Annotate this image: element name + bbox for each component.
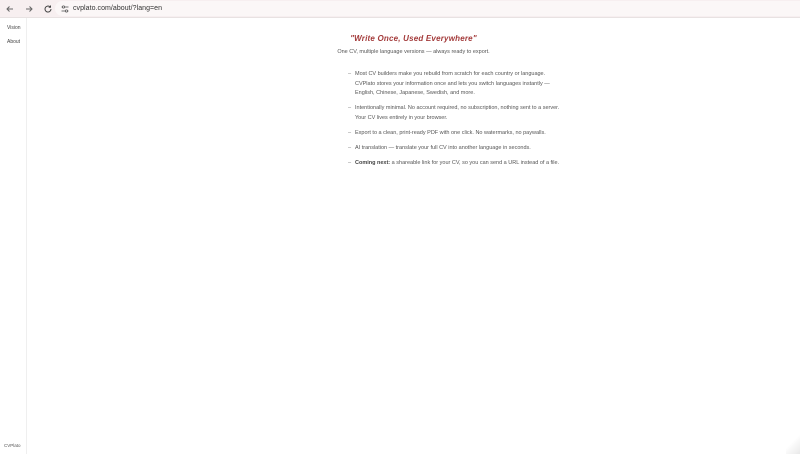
page-title: "Write Once, Used Everywhere" — [350, 34, 477, 43]
list-item-text: Export to a clean, print-ready PDF with … — [355, 129, 563, 139]
list-item-body: AI translation — translate your full CV … — [355, 144, 531, 151]
page-subtitle: One CV, multiple language versions — alw… — [337, 49, 490, 55]
list-item: – Export to a clean, print-ready PDF wit… — [348, 129, 563, 139]
list-item-body: a shareable link for your CV, so you can… — [390, 159, 560, 166]
sidebar-item-vision[interactable]: Vision — [7, 25, 21, 31]
brand-name[interactable]: CVPlato — [4, 443, 21, 448]
list-dash: – — [348, 129, 352, 136]
list-item-text: Intentionally minimal. No account requir… — [355, 104, 563, 123]
list-item: – Most CV builders make you rebuild from… — [348, 70, 563, 99]
corner-shadow — [786, 434, 800, 454]
address-bar[interactable]: cvplato.com/about/?lang=en — [55, 1, 800, 16]
list-item: – Coming next: a shareable link for your… — [348, 159, 563, 169]
main-content: "Write Once, Used Everywhere" One CV, mu… — [27, 18, 800, 454]
list-item: – AI translation — translate your full C… — [348, 144, 563, 154]
sidebar: Vision About CVPlato — [0, 18, 27, 454]
list-item: – Intentionally minimal. No account requ… — [348, 104, 563, 123]
list-dash: – — [348, 159, 352, 166]
list-item-text: Most CV builders make you rebuild from s… — [355, 70, 563, 99]
list-item-text: Coming next: a shareable link for your C… — [355, 159, 563, 169]
list-dash: – — [348, 144, 352, 151]
browser-toolbar: cvplato.com/about/?lang=en — [0, 0, 800, 17]
feature-list: – Most CV builders make you rebuild from… — [348, 70, 563, 174]
list-item-emphasis: Coming next: — [355, 159, 391, 166]
site-settings-icon[interactable] — [60, 4, 70, 14]
arrow-right-icon[interactable] — [22, 2, 36, 16]
list-dash: – — [348, 71, 352, 77]
list-item-body: Most CV builders make you rebuild from s… — [355, 71, 550, 97]
list-item-text: AI translation — translate your full CV … — [355, 144, 563, 154]
list-item-body: Intentionally minimal. No account requir… — [355, 105, 560, 121]
list-dash: – — [348, 105, 352, 112]
sidebar-item-about[interactable]: About — [7, 39, 20, 45]
list-item-body: Export to a clean, print-ready PDF with … — [355, 129, 546, 136]
url-text: cvplato.com/about/?lang=en — [73, 5, 163, 12]
arrow-left-icon[interactable] — [3, 2, 17, 16]
reload-icon[interactable] — [41, 2, 55, 16]
